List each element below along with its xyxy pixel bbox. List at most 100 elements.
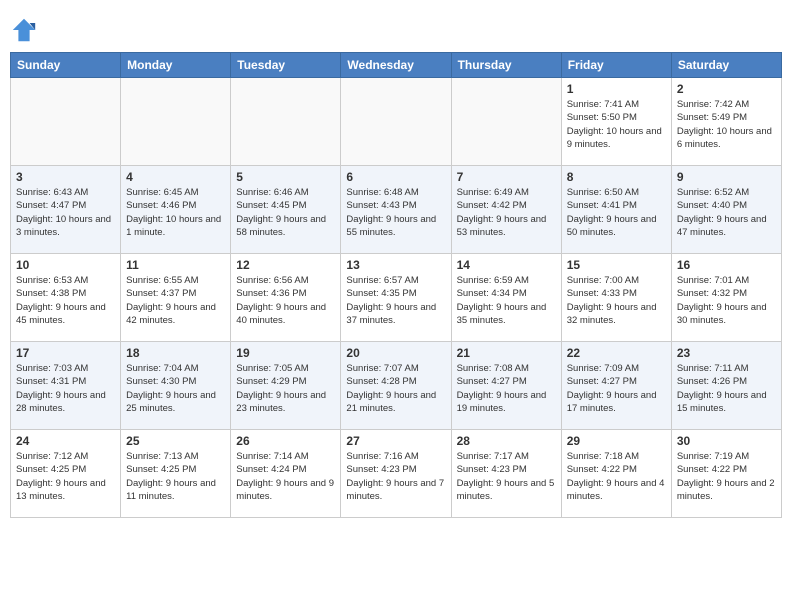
day-cell: 15 Sunrise: 7:00 AM Sunset: 4:33 PM Dayli… [561, 254, 671, 342]
day-info: Sunrise: 7:14 AM Sunset: 4:24 PM Dayligh… [236, 450, 335, 503]
day-info: Sunrise: 6:48 AM Sunset: 4:43 PM Dayligh… [346, 186, 445, 239]
day-info: Sunrise: 6:56 AM Sunset: 4:36 PM Dayligh… [236, 274, 335, 327]
weekday-header-wednesday: Wednesday [341, 53, 451, 78]
day-cell [451, 78, 561, 166]
day-info: Sunrise: 7:09 AM Sunset: 4:27 PM Dayligh… [567, 362, 666, 415]
weekday-header-sunday: Sunday [11, 53, 121, 78]
weekday-header-friday: Friday [561, 53, 671, 78]
day-number: 27 [346, 434, 445, 448]
day-info: Sunrise: 7:42 AM Sunset: 5:49 PM Dayligh… [677, 98, 776, 151]
day-cell: 3 Sunrise: 6:43 AM Sunset: 4:47 PM Daylig… [11, 166, 121, 254]
day-info: Sunrise: 7:03 AM Sunset: 4:31 PM Dayligh… [16, 362, 115, 415]
day-number: 3 [16, 170, 115, 184]
day-number: 28 [457, 434, 556, 448]
weekday-header-monday: Monday [121, 53, 231, 78]
day-info: Sunrise: 7:17 AM Sunset: 4:23 PM Dayligh… [457, 450, 556, 503]
day-cell: 18 Sunrise: 7:04 AM Sunset: 4:30 PM Dayli… [121, 342, 231, 430]
day-info: Sunrise: 6:43 AM Sunset: 4:47 PM Dayligh… [16, 186, 115, 239]
day-cell: 19 Sunrise: 7:05 AM Sunset: 4:29 PM Dayli… [231, 342, 341, 430]
day-info: Sunrise: 7:12 AM Sunset: 4:25 PM Dayligh… [16, 450, 115, 503]
day-cell: 4 Sunrise: 6:45 AM Sunset: 4:46 PM Daylig… [121, 166, 231, 254]
day-info: Sunrise: 6:45 AM Sunset: 4:46 PM Dayligh… [126, 186, 225, 239]
day-info: Sunrise: 7:19 AM Sunset: 4:22 PM Dayligh… [677, 450, 776, 503]
day-info: Sunrise: 7:00 AM Sunset: 4:33 PM Dayligh… [567, 274, 666, 327]
day-cell: 9 Sunrise: 6:52 AM Sunset: 4:40 PM Daylig… [671, 166, 781, 254]
day-number: 19 [236, 346, 335, 360]
day-number: 29 [567, 434, 666, 448]
day-number: 9 [677, 170, 776, 184]
day-info: Sunrise: 6:55 AM Sunset: 4:37 PM Dayligh… [126, 274, 225, 327]
day-cell [341, 78, 451, 166]
day-cell: 24 Sunrise: 7:12 AM Sunset: 4:25 PM Dayli… [11, 430, 121, 518]
day-cell: 13Sunrise: 6:57 AM Sunset: 4:35 PM Dayli… [341, 254, 451, 342]
day-cell [121, 78, 231, 166]
day-cell: 7 Sunrise: 6:49 AM Sunset: 4:42 PM Daylig… [451, 166, 561, 254]
day-number: 1 [567, 82, 666, 96]
day-cell: 30Sunrise: 7:19 AM Sunset: 4:22 PM Dayli… [671, 430, 781, 518]
day-number: 10 [16, 258, 115, 272]
day-cell: 10 Sunrise: 6:53 AM Sunset: 4:38 PM Dayli… [11, 254, 121, 342]
day-info: Sunrise: 7:41 AM Sunset: 5:50 PM Dayligh… [567, 98, 666, 151]
day-cell [11, 78, 121, 166]
day-number: 21 [457, 346, 556, 360]
day-info: Sunrise: 6:52 AM Sunset: 4:40 PM Dayligh… [677, 186, 776, 239]
day-info: Sunrise: 6:46 AM Sunset: 4:45 PM Dayligh… [236, 186, 335, 239]
day-number: 15 [567, 258, 666, 272]
day-cell: 14 Sunrise: 6:59 AM Sunset: 4:34 PM Dayli… [451, 254, 561, 342]
day-info: Sunrise: 7:11 AM Sunset: 4:26 PM Dayligh… [677, 362, 776, 415]
day-number: 17 [16, 346, 115, 360]
day-info: Sunrise: 6:50 AM Sunset: 4:41 PM Dayligh… [567, 186, 666, 239]
day-number: 23 [677, 346, 776, 360]
page-header [10, 10, 782, 44]
day-cell: 22 Sunrise: 7:09 AM Sunset: 4:27 PM Dayli… [561, 342, 671, 430]
day-number: 24 [16, 434, 115, 448]
day-info: Sunrise: 7:05 AM Sunset: 4:29 PM Dayligh… [236, 362, 335, 415]
day-cell: 12 Sunrise: 6:56 AM Sunset: 4:36 PM Dayli… [231, 254, 341, 342]
week-row-3: 10 Sunrise: 6:53 AM Sunset: 4:38 PM Dayli… [11, 254, 782, 342]
day-number: 4 [126, 170, 225, 184]
day-info: Sunrise: 6:49 AM Sunset: 4:42 PM Dayligh… [457, 186, 556, 239]
day-cell: 28 Sunrise: 7:17 AM Sunset: 4:23 PM Dayli… [451, 430, 561, 518]
day-number: 14 [457, 258, 556, 272]
day-info: Sunrise: 7:04 AM Sunset: 4:30 PM Dayligh… [126, 362, 225, 415]
week-row-4: 17 Sunrise: 7:03 AM Sunset: 4:31 PM Dayli… [11, 342, 782, 430]
day-info: Sunrise: 7:13 AM Sunset: 4:25 PM Dayligh… [126, 450, 225, 503]
day-number: 5 [236, 170, 335, 184]
week-row-5: 24 Sunrise: 7:12 AM Sunset: 4:25 PM Dayli… [11, 430, 782, 518]
day-number: 22 [567, 346, 666, 360]
day-info: Sunrise: 7:16 AM Sunset: 4:23 PM Dayligh… [346, 450, 445, 503]
day-cell: 27 Sunrise: 7:16 AM Sunset: 4:23 PM Dayli… [341, 430, 451, 518]
day-cell: 5 Sunrise: 6:46 AM Sunset: 4:45 PM Daylig… [231, 166, 341, 254]
weekday-header-row: SundayMondayTuesdayWednesdayThursdayFrid… [11, 53, 782, 78]
day-number: 8 [567, 170, 666, 184]
day-number: 13 [346, 258, 445, 272]
day-number: 16 [677, 258, 776, 272]
logo-icon [10, 16, 38, 44]
day-number: 20 [346, 346, 445, 360]
day-info: Sunrise: 7:18 AM Sunset: 4:22 PM Dayligh… [567, 450, 666, 503]
day-info: Sunrise: 7:01 AM Sunset: 4:32 PM Dayligh… [677, 274, 776, 327]
weekday-header-saturday: Saturday [671, 53, 781, 78]
day-info: Sunrise: 7:08 AM Sunset: 4:27 PM Dayligh… [457, 362, 556, 415]
day-cell: 11 Sunrise: 6:55 AM Sunset: 4:37 PM Dayli… [121, 254, 231, 342]
day-number: 7 [457, 170, 556, 184]
weekday-header-thursday: Thursday [451, 53, 561, 78]
day-number: 11 [126, 258, 225, 272]
day-cell: 20Sunrise: 7:07 AM Sunset: 4:28 PM Dayli… [341, 342, 451, 430]
day-info: Sunrise: 6:59 AM Sunset: 4:34 PM Dayligh… [457, 274, 556, 327]
week-row-2: 3 Sunrise: 6:43 AM Sunset: 4:47 PM Daylig… [11, 166, 782, 254]
day-cell: 6 Sunrise: 6:48 AM Sunset: 4:43 PM Daylig… [341, 166, 451, 254]
day-number: 26 [236, 434, 335, 448]
day-cell: 21 Sunrise: 7:08 AM Sunset: 4:27 PM Dayli… [451, 342, 561, 430]
day-number: 18 [126, 346, 225, 360]
day-cell: 23 Sunrise: 7:11 AM Sunset: 4:26 PM Dayli… [671, 342, 781, 430]
day-number: 2 [677, 82, 776, 96]
day-cell: 26 Sunrise: 7:14 AM Sunset: 4:24 PM Dayli… [231, 430, 341, 518]
day-number: 6 [346, 170, 445, 184]
day-cell [231, 78, 341, 166]
calendar: SundayMondayTuesdayWednesdayThursdayFrid… [10, 52, 782, 518]
day-number: 25 [126, 434, 225, 448]
weekday-header-tuesday: Tuesday [231, 53, 341, 78]
day-info: Sunrise: 6:53 AM Sunset: 4:38 PM Dayligh… [16, 274, 115, 327]
day-number: 12 [236, 258, 335, 272]
